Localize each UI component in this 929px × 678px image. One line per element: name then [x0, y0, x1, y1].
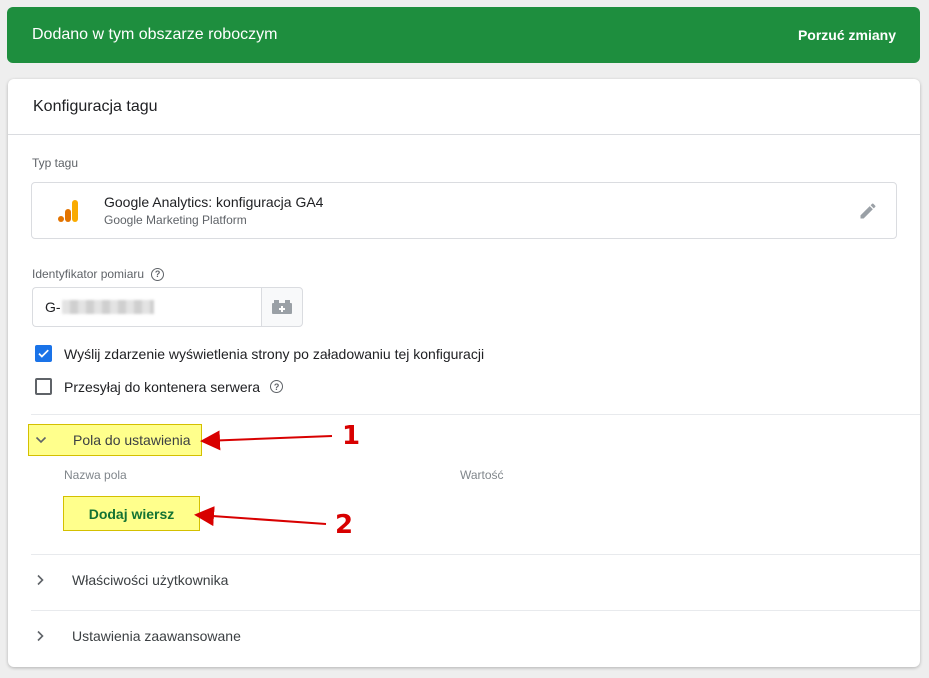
- server-container-row: Przesyłaj do kontenera serwera ?: [35, 378, 284, 395]
- fields-to-set-label: Pola do ustawienia: [73, 432, 191, 448]
- tag-type-name: Google Analytics: konfiguracja GA4: [104, 194, 324, 210]
- send-pageview-checkbox[interactable]: [35, 345, 52, 362]
- discard-changes-button[interactable]: Porzuć zmiany: [798, 27, 896, 43]
- field-value-column-header: Wartość: [460, 468, 504, 482]
- redacted-value: [61, 300, 154, 314]
- google-analytics-icon: [58, 200, 78, 222]
- tag-configuration-card: Konfiguracja tagu Typ tagu Google Analyt…: [8, 79, 920, 667]
- measurement-id-input[interactable]: G-: [32, 287, 262, 327]
- measurement-id-value: G-: [45, 299, 61, 315]
- user-properties-expander[interactable]: Właściwości użytkownika: [28, 572, 228, 588]
- tag-type-selector[interactable]: Google Analytics: konfiguracja GA4 Googl…: [31, 182, 897, 239]
- checkmark-icon: [38, 349, 49, 358]
- divider: [31, 554, 920, 555]
- fields-to-set-expander[interactable]: Pola do ustawienia: [28, 424, 202, 456]
- server-container-label: Przesyłaj do kontenera serwera: [64, 378, 261, 395]
- help-icon[interactable]: ?: [151, 267, 165, 281]
- pencil-icon[interactable]: [858, 201, 878, 221]
- tag-type-label: Typ tagu: [32, 156, 79, 170]
- advanced-settings-label: Ustawienia zaawansowane: [72, 628, 241, 644]
- chevron-right-icon: [37, 574, 44, 586]
- measurement-id-label: Identyfikator pomiaru ?: [32, 267, 165, 281]
- send-pageview-row: Wyślij zdarzenie wyświetlenia strony po …: [35, 345, 484, 362]
- annotation-number-2: 2: [335, 510, 354, 540]
- advanced-settings-expander[interactable]: Ustawienia zaawansowane: [28, 628, 241, 644]
- saved-banner: Dodano w tym obszarze roboczym Porzuć zm…: [7, 7, 920, 63]
- variable-picker-button[interactable]: [261, 287, 303, 327]
- divider: [31, 414, 920, 415]
- measurement-id-label-text: Identyfikator pomiaru: [32, 267, 145, 281]
- banner-title: Dodano w tym obszarze roboczym: [32, 26, 278, 43]
- divider: [31, 610, 920, 611]
- variable-brick-icon: [272, 300, 292, 314]
- field-name-column-header: Nazwa pola: [64, 468, 127, 482]
- help-icon[interactable]: ?: [270, 380, 284, 393]
- add-row-button[interactable]: Dodaj wiersz: [63, 496, 200, 531]
- annotation-number-1: 1: [342, 421, 361, 451]
- chevron-down-icon: [35, 436, 47, 444]
- card-title: Konfiguracja tagu: [8, 79, 920, 135]
- send-pageview-label: Wyślij zdarzenie wyświetlenia strony po …: [64, 345, 485, 362]
- server-container-checkbox[interactable]: [35, 378, 52, 395]
- chevron-right-icon: [37, 630, 44, 642]
- tag-type-subtitle: Google Marketing Platform: [104, 213, 247, 227]
- user-properties-label: Właściwości użytkownika: [72, 572, 229, 588]
